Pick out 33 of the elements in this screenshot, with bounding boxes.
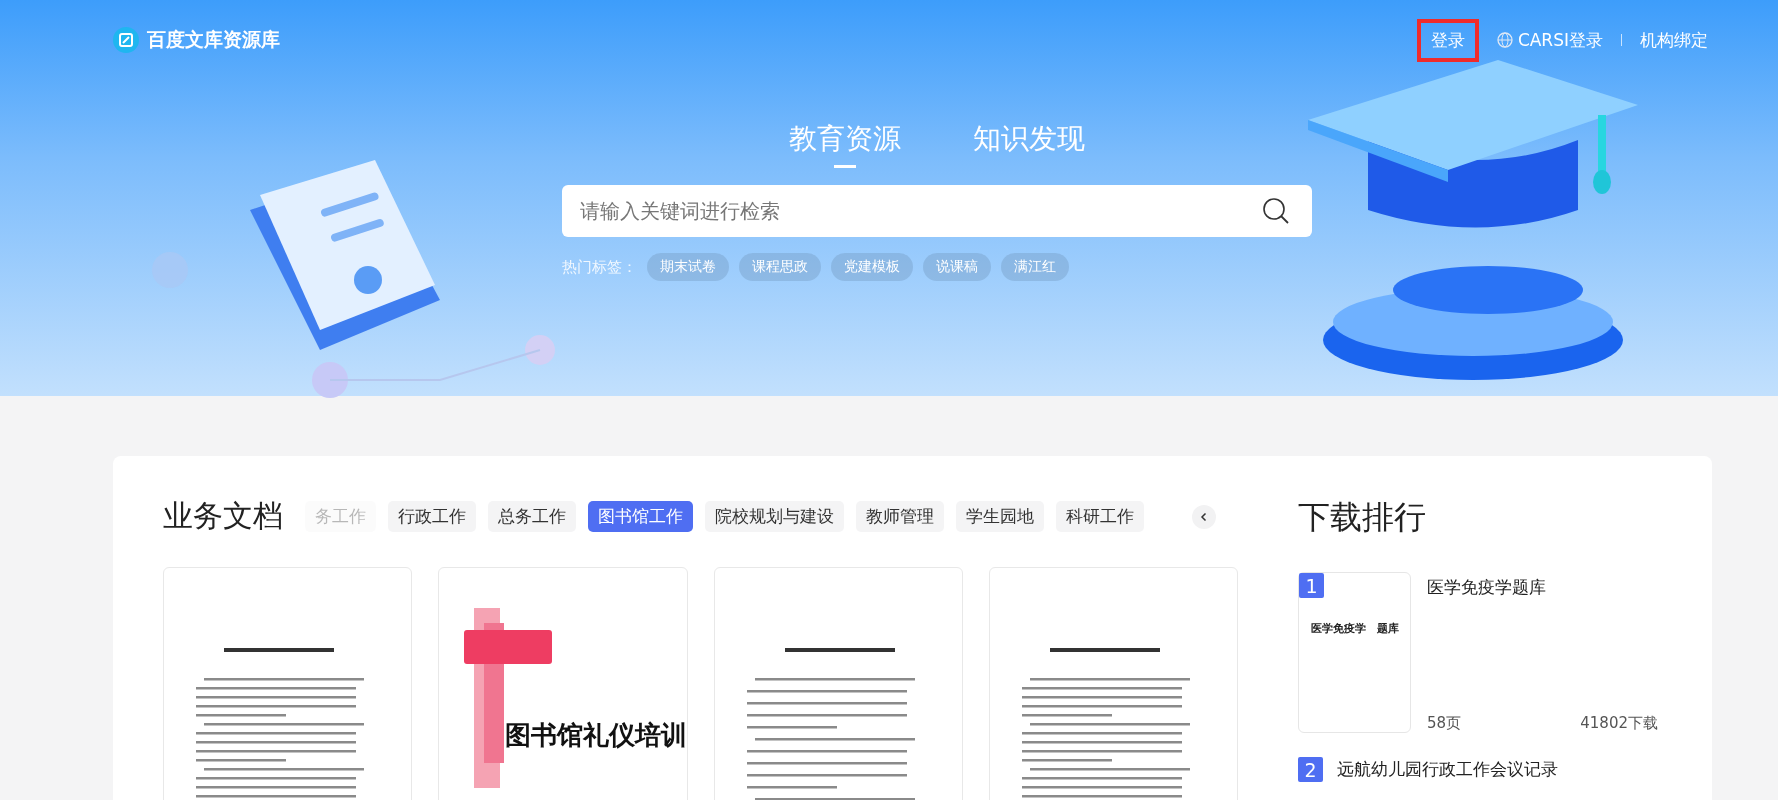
- document-card[interactable]: [713, 567, 963, 800]
- page-count: 58页: [1427, 714, 1462, 733]
- category-tab[interactable]: 行政工作: [388, 501, 476, 532]
- globe-icon: [1496, 32, 1513, 48]
- category-tab[interactable]: 总务工作: [488, 501, 576, 532]
- carsi-login-link[interactable]: CARSI登录: [1517, 28, 1603, 52]
- scroll-left-button[interactable]: [1192, 504, 1216, 529]
- chevron-left-icon: [1199, 511, 1209, 522]
- rank-number: 1: [1299, 573, 1324, 598]
- search-field[interactable]: 请输入关键词进行检索: [562, 185, 1312, 237]
- hot-tags-label: 热门标签：: [562, 257, 637, 277]
- download-count: 41802下载: [1580, 714, 1658, 733]
- document-card[interactable]: [988, 567, 1238, 800]
- document-thumbnail[interactable]: 1 医学免疫学 题库: [1298, 572, 1411, 733]
- thumbnail-title: 医学免疫学 题库: [1310, 621, 1399, 637]
- rank-number: 2: [1298, 757, 1323, 782]
- section-title: 业务文档: [163, 497, 283, 535]
- login-button[interactable]: 登录: [1416, 18, 1479, 62]
- category-tab[interactable]: 院校规划与建设: [705, 501, 844, 532]
- category-tab[interactable]: 科研工作: [1056, 501, 1144, 532]
- search-icon[interactable]: [1262, 197, 1290, 225]
- document-card[interactable]: 图书馆礼仪培训: [438, 567, 688, 800]
- document-card[interactable]: [163, 567, 413, 800]
- category-tab[interactable]: 教师管理: [856, 501, 944, 532]
- ranking-item-title[interactable]: 远航幼儿园行政工作会议记录: [1337, 758, 1558, 781]
- ranking-item-title[interactable]: 医学免疫学题库: [1427, 576, 1658, 599]
- institution-bind-link[interactable]: 机构绑定: [1640, 28, 1708, 52]
- category-tab[interactable]: 学生园地: [956, 501, 1044, 532]
- logo-text: 百度文库资源库: [147, 27, 280, 52]
- ranking-title: 下载排行: [1298, 497, 1427, 538]
- cover-title: 图书馆礼仪培训: [505, 719, 687, 752]
- category-tab[interactable]: 图书馆工作: [588, 501, 693, 532]
- logo-icon: [113, 27, 139, 53]
